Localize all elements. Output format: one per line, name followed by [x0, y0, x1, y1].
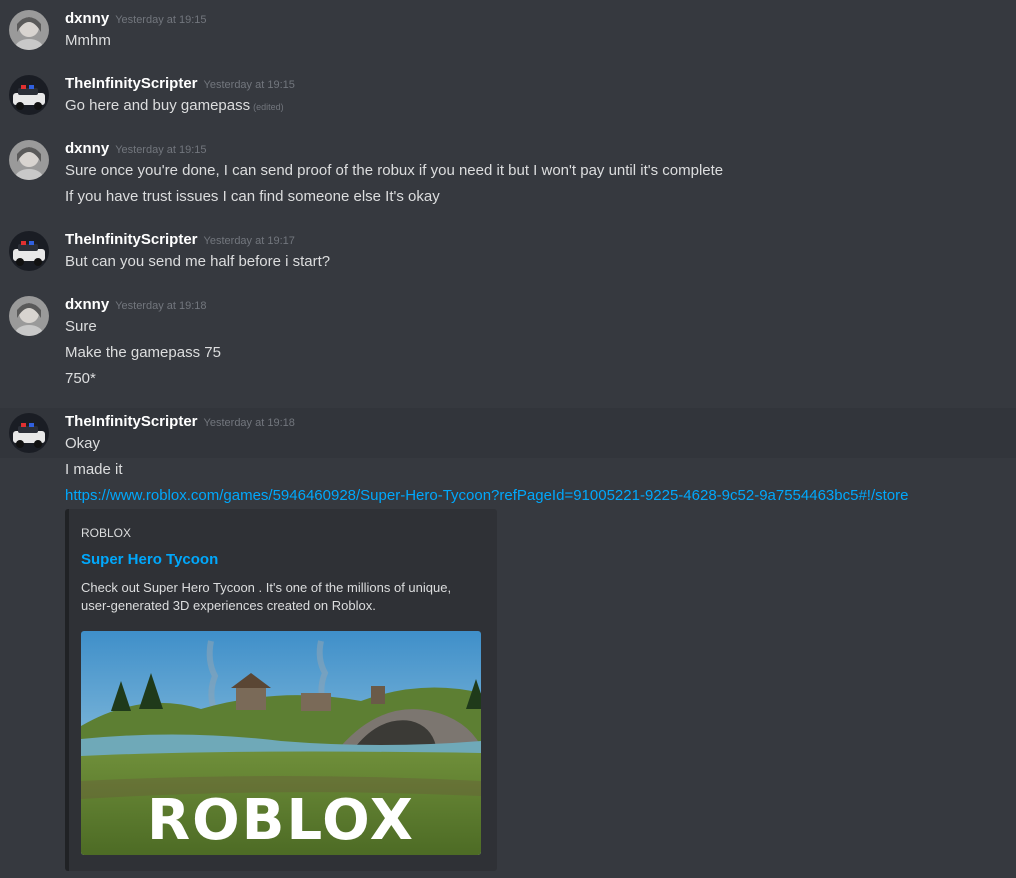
message-link[interactable]: https://www.roblox.com/games/5946460928/… [65, 487, 908, 504]
username[interactable]: TheInfinityScripter [65, 231, 198, 248]
avatar[interactable] [9, 296, 49, 336]
message-text: 750* [65, 370, 96, 387]
avatar[interactable] [9, 231, 49, 271]
message-group: dxnny Yesterday at 19:18 Sure Make the ga… [0, 286, 1016, 404]
message-link-row: https://www.roblox.com/games/5946460928/… [65, 487, 908, 504]
timestamp: Yesterday at 19:18 [115, 300, 207, 312]
message-text: Sure once you're done, I can send proof … [65, 162, 724, 179]
message-text: Sure [65, 318, 97, 335]
roblox-logo: ROBLOX [147, 788, 415, 853]
embed-title[interactable]: Super Hero Tycoon [81, 551, 218, 568]
avatar[interactable] [9, 75, 49, 115]
message-text: Okay [65, 435, 101, 452]
message-text: If you have trust issues I can find some… [65, 188, 440, 205]
message-text: Mmhm [65, 32, 111, 49]
username[interactable]: dxnny [65, 10, 109, 27]
username[interactable]: dxnny [65, 140, 109, 157]
edited-label: (edited) [253, 102, 284, 112]
message-text: But can you send me half before i start? [65, 253, 331, 270]
message-text: Make the gamepass 75 [65, 344, 221, 361]
embed-description: Check out Super Hero Tycoon . It's one o… [81, 580, 452, 613]
message-group: TheInfinityScripter Yesterday at 19:17 Bu… [0, 222, 1016, 282]
timestamp: Yesterday at 19:18 [203, 417, 295, 429]
embed-image[interactable]: ROBLOX [81, 631, 481, 855]
message-group: TheInfinityScripter Yesterday at 19:15 Go… [0, 66, 1016, 126]
username[interactable]: dxnny [65, 296, 109, 313]
message-text-content: Go here and buy gamepass [65, 97, 251, 114]
message-text: Go here and buy gamepass (edited) [65, 97, 284, 114]
timestamp: Yesterday at 19:15 [115, 144, 207, 156]
avatar[interactable] [9, 413, 49, 453]
embed-provider[interactable]: ROBLOX [81, 526, 131, 540]
timestamp: Yesterday at 19:15 [115, 14, 207, 26]
chat-messages: dxnny Yesterday at 19:15 Mmhm TheInfinity… [0, 0, 1016, 878]
avatar[interactable] [9, 10, 49, 50]
link-embed: ROBLOX Super Hero Tycoon Check out Super… [65, 509, 497, 871]
username[interactable]: TheInfinityScripter [65, 75, 198, 92]
timestamp: Yesterday at 19:17 [203, 235, 295, 247]
timestamp: Yesterday at 19:15 [203, 79, 295, 91]
message-group: dxnny Yesterday at 19:15 Mmhm [0, 0, 1016, 60]
message-group: dxnny Yesterday at 19:15 Sure once you're… [0, 130, 1016, 220]
avatar[interactable] [9, 140, 49, 180]
username[interactable]: TheInfinityScripter [65, 413, 198, 430]
message-text: I made it [65, 461, 123, 478]
